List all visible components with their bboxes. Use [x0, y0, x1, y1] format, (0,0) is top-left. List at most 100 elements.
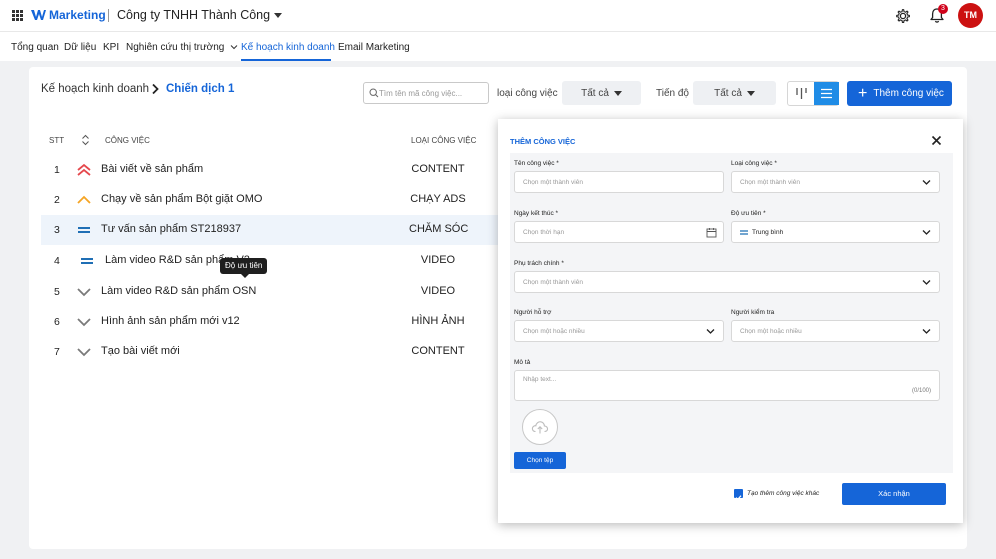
chevron-down-icon [922, 280, 931, 285]
board-view-icon[interactable] [789, 83, 814, 104]
brand-logo-icon [31, 10, 46, 20]
view-toggle [787, 81, 839, 106]
nav-item-data[interactable]: Dữ liệu [64, 42, 96, 53]
priority-medium-icon [740, 230, 748, 235]
gear-icon[interactable] [895, 8, 911, 24]
add-task-modal: THÊM CÔNG VIỆC Tên công việc * Chọn một … [498, 119, 963, 523]
cloud-upload-icon [531, 421, 549, 434]
priority-medium-icon [78, 227, 90, 233]
nav-item-market-research[interactable]: Nghiên cứu thị trường [126, 42, 238, 53]
row-stt: 5 [54, 286, 60, 298]
table-row[interactable]: 4 Làm video R&D sản phẩm V2 VIDEO [41, 246, 501, 276]
caret-down-icon [613, 90, 622, 96]
nav-item-kpi[interactable]: KPI [103, 42, 119, 53]
row-task-type: CHẠY ADS [410, 193, 466, 205]
search-input[interactable] [379, 85, 485, 101]
breadcrumb-parent[interactable]: Kế hoạch kinh doanh [41, 83, 149, 95]
reviewer-placeholder: Chọn một hoặc nhiều [740, 328, 802, 335]
table-row[interactable]: 5 Làm video R&D sản phẩm OSN VIDEO [41, 277, 501, 307]
add-task-button[interactable]: + Thêm công việc [847, 81, 952, 106]
table-row[interactable]: 3 Tư vấn sản phẩm ST218937 CHĂM SÓC [41, 215, 501, 245]
chevron-down-icon [230, 45, 238, 50]
support-select[interactable]: Chọn một hoặc nhiều [514, 320, 724, 342]
avatar[interactable]: TM [958, 3, 983, 28]
deadline-label: Ngày kết thúc * [514, 210, 559, 217]
calendar-icon[interactable] [706, 227, 717, 238]
priority-select[interactable]: Trung bình [731, 221, 940, 243]
row-task-type: CONTENT [411, 163, 465, 175]
description-counter: (0/100) [911, 388, 931, 394]
chevron-down-icon [922, 329, 931, 334]
nav-item-business-plan[interactable]: Kế hoạch kinh doanh [241, 42, 335, 53]
task-name-field[interactable]: Chọn một thành viên [514, 171, 724, 193]
deadline-field[interactable]: Chọn thời hạn [514, 221, 724, 243]
check-icon [735, 495, 742, 501]
row-task-type: VIDEO [420, 285, 456, 297]
support-label: Người hỗ trợ [514, 309, 552, 316]
owner-select[interactable]: Chọn một thành viên [514, 271, 940, 293]
row-stt: 2 [54, 194, 60, 206]
company-name: Công ty TNHH Thành Công [117, 8, 271, 22]
task-type-filter[interactable]: Tất cả [562, 81, 641, 105]
active-tab-indicator [241, 59, 331, 61]
caret-down-icon [746, 90, 755, 96]
plus-icon: + [858, 84, 868, 102]
upload-dropzone[interactable] [522, 409, 558, 445]
nav-item-overview[interactable]: Tổng quan [11, 42, 59, 53]
row-task-type: CONTENT [411, 345, 465, 357]
owner-placeholder: Chọn một thành viên [523, 279, 583, 286]
column-header-stt: STT [49, 136, 65, 145]
task-type-label: loại công việc [497, 88, 558, 99]
table-row[interactable]: 2 Chạy về sản phẩm Bột giặt OMO CHẠY ADS [41, 185, 501, 215]
chevron-right-icon [152, 83, 159, 95]
priority-label: Độ ưu tiên * [731, 210, 766, 217]
sort-icon[interactable] [81, 134, 90, 146]
chevron-down-icon [706, 329, 715, 334]
task-type-select[interactable]: Chọn một thành viên [731, 171, 940, 193]
app-logo[interactable]: Marketing [31, 8, 106, 22]
table-row[interactable]: 1 Bài viết về sản phẩm CONTENT [41, 155, 501, 185]
task-type-field-label: Loại công việc * [731, 160, 777, 167]
column-header-type: LOẠI CÔNG VIỆC [411, 136, 477, 145]
priority-tooltip: Độ ưu tiên [220, 258, 268, 274]
modal-title: THÊM CÔNG VIỆC [510, 137, 576, 146]
notification-badge: 3 [938, 4, 948, 14]
close-icon[interactable] [931, 135, 942, 146]
add-task-label: Thêm công việc [873, 88, 944, 99]
apps-grid-icon[interactable] [12, 10, 23, 21]
table-row[interactable]: 6 Hình ảnh sản phẩm mới v12 HÌNH ẢNH [41, 307, 501, 337]
progress-filter[interactable]: Tất cả [693, 81, 776, 105]
row-task-type: HÌNH ẢNH [411, 315, 465, 327]
row-task-name: Làm video R&D sản phẩm OSN [101, 285, 257, 297]
create-another-checkbox[interactable] [734, 489, 743, 501]
row-task-name: Tư vấn sản phẩm ST218937 [101, 223, 242, 235]
row-task-type: VIDEO [420, 254, 456, 266]
list-view-icon[interactable] [814, 82, 839, 105]
reviewer-select[interactable]: Chọn một hoặc nhiều [731, 320, 940, 342]
company-selector[interactable]: Công ty TNHH Thành Công [117, 8, 283, 22]
description-placeholder: Nhập text... [523, 376, 557, 383]
row-task-name: Tạo bài viết mới [101, 345, 180, 357]
priority-high-icon [77, 195, 91, 204]
column-header-task: CÔNG VIỆC [105, 136, 150, 145]
priority-highest-icon [77, 163, 91, 176]
choose-file-button[interactable]: Chọn tệp [514, 452, 566, 469]
row-stt: 3 [54, 224, 60, 236]
task-name-placeholder: Chọn một thành viên [523, 179, 583, 186]
table-row[interactable]: 7 Tạo bài viết mới CONTENT [41, 337, 501, 367]
row-stt: 1 [54, 164, 60, 176]
priority-low-icon [77, 348, 91, 357]
row-stt: 6 [54, 316, 60, 328]
priority-low-icon [77, 288, 91, 297]
row-stt: 4 [54, 255, 60, 267]
nav-item-email-marketing[interactable]: Email Marketing [338, 42, 410, 53]
caret-down-icon [274, 12, 283, 18]
main-nav: Tổng quan Dữ liệu KPI Nghiên cứu thị trư… [0, 31, 996, 61]
task-name-label: Tên công việc * [514, 160, 559, 167]
priority-medium-icon [81, 258, 93, 264]
chevron-down-icon [922, 180, 931, 185]
task-search[interactable] [363, 82, 489, 104]
description-textarea[interactable]: Nhập text... (0/100) [514, 370, 940, 401]
confirm-button[interactable]: Xác nhận [842, 483, 946, 505]
owner-label: Phụ trách chính * [514, 260, 564, 267]
